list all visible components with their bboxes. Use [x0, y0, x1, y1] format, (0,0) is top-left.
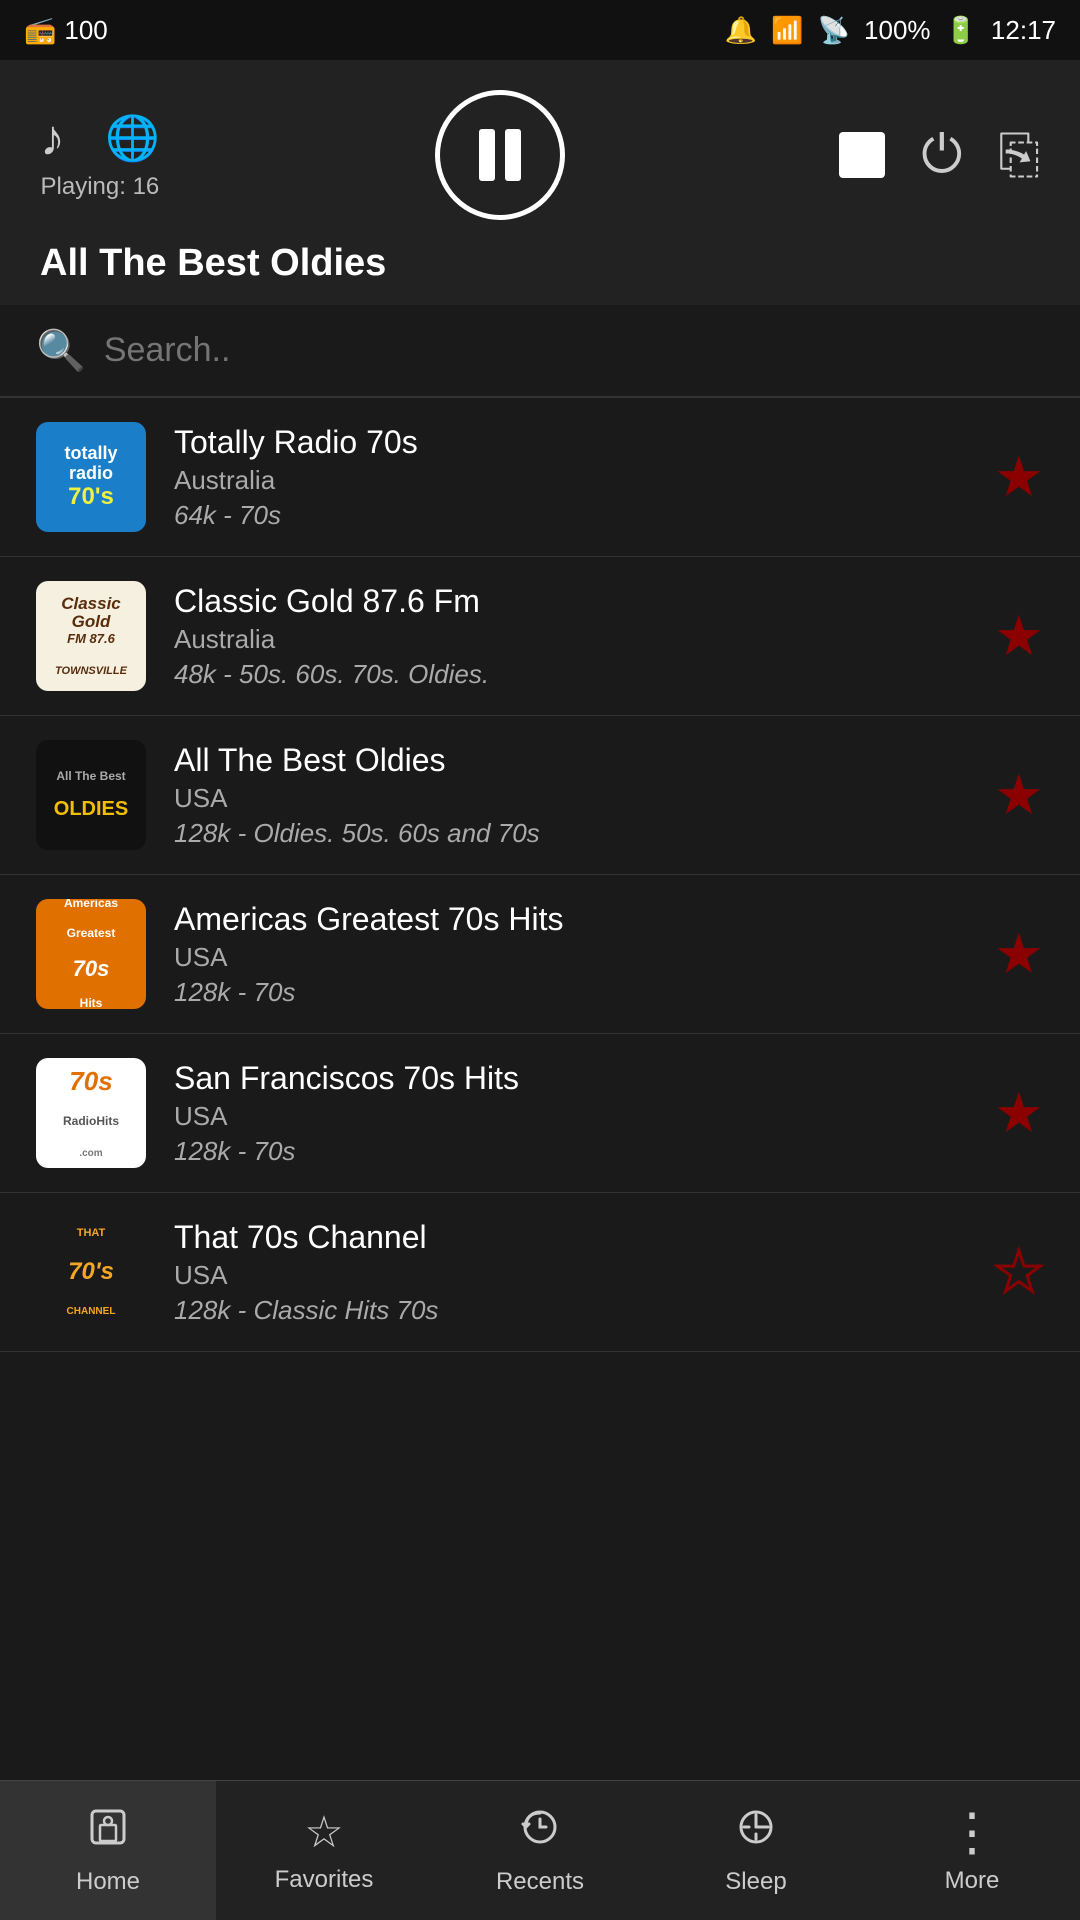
station-logo: All The Best OLDIES	[36, 740, 146, 850]
player-left-controls: ♪ 🌐 Playing: 16	[40, 109, 160, 201]
station-bitrate: 128k - Classic Hits 70s	[174, 1295, 976, 1326]
station-name: San Franciscos 70s Hits	[174, 1060, 976, 1097]
station-info: Totally Radio 70s Australia 64k - 70s	[174, 424, 976, 531]
station-item[interactable]: All The Best OLDIES All The Best Oldies …	[0, 716, 1080, 875]
stop-button[interactable]	[839, 132, 885, 178]
station-info: All The Best Oldies USA 128k - Oldies. 5…	[174, 742, 976, 849]
more-icon: ⋮	[946, 1807, 998, 1859]
station-item[interactable]: ClassicGoldFM 87.6TOWNSVILLE Classic Gol…	[0, 557, 1080, 716]
status-bar: 📻 100 🔔 📶 📡 100% 🔋 12:17	[0, 0, 1080, 60]
share-icon[interactable]: ⎘	[998, 125, 1040, 186]
search-bar: 🔍	[0, 305, 1080, 398]
alarm-icon: 🔔	[725, 15, 757, 46]
favorite-button[interactable]: ★	[994, 1239, 1044, 1305]
favorite-button[interactable]: ★	[994, 921, 1044, 987]
station-item[interactable]: 70s RadioHits .com San Franciscos 70s Hi…	[0, 1034, 1080, 1193]
station-bitrate: 64k - 70s	[174, 500, 976, 531]
station-country: Australia	[174, 624, 976, 655]
nav-favorites-label: Favorites	[275, 1866, 374, 1894]
favorite-button[interactable]: ★	[994, 1080, 1044, 1146]
nav-home-label: Home	[76, 1868, 140, 1896]
station-bitrate: 128k - Oldies. 50s. 60s and 70s	[174, 818, 976, 849]
favorite-button[interactable]: ★	[994, 444, 1044, 510]
logo-totally: totallyradio70's	[36, 422, 146, 532]
search-icon: 🔍	[36, 327, 86, 374]
station-logo: Americas Greatest 70s Hits	[36, 899, 146, 1009]
search-input[interactable]	[104, 331, 1044, 370]
battery-level: 100%	[864, 15, 931, 46]
pause-button[interactable]	[435, 90, 565, 220]
station-bitrate: 128k - 70s	[174, 977, 976, 1008]
signal-icon: 📡	[818, 15, 850, 46]
logo-that70s: THAT 70's CHANNEL	[36, 1217, 146, 1327]
station-logo: THAT 70's CHANNEL	[36, 1217, 146, 1327]
playing-label: Playing: 16	[41, 173, 160, 201]
logo-classic: ClassicGoldFM 87.6TOWNSVILLE	[36, 581, 146, 691]
station-info: San Franciscos 70s Hits USA 128k - 70s	[174, 1060, 976, 1167]
status-number: 100	[64, 15, 107, 46]
favorites-icon: ☆	[304, 1807, 343, 1858]
station-list: totallyradio70's Totally Radio 70s Austr…	[0, 398, 1080, 1798]
recents-icon	[518, 1805, 562, 1860]
logo-oldies: All The Best OLDIES	[36, 740, 146, 850]
battery-icon: 🔋	[945, 15, 977, 46]
station-info: Classic Gold 87.6 Fm Australia 48k - 50s…	[174, 583, 976, 690]
station-country: USA	[174, 1260, 976, 1291]
nav-home[interactable]: Home	[0, 1781, 216, 1920]
music-icon[interactable]: ♪	[40, 109, 65, 167]
station-country: USA	[174, 1101, 976, 1132]
nav-favorites[interactable]: ☆ Favorites	[216, 1781, 432, 1920]
player-controls-row: ♪ 🌐 Playing: 16 ⏻ ⎘	[40, 90, 1040, 220]
station-logo: 70s RadioHits .com	[36, 1058, 146, 1168]
wifi-icon: 📶	[771, 15, 803, 46]
station-info: That 70s Channel USA 128k - Classic Hits…	[174, 1219, 976, 1326]
nav-recents-label: Recents	[496, 1868, 584, 1896]
station-country: Australia	[174, 465, 976, 496]
clock: 12:17	[991, 15, 1056, 46]
station-item[interactable]: Americas Greatest 70s Hits Americas Grea…	[0, 875, 1080, 1034]
nav-more[interactable]: ⋮ More	[864, 1781, 1080, 1920]
station-bitrate: 48k - 50s. 60s. 70s. Oldies.	[174, 659, 976, 690]
home-icon	[86, 1805, 130, 1860]
station-name: That 70s Channel	[174, 1219, 976, 1256]
nav-recents[interactable]: Recents	[432, 1781, 648, 1920]
sleep-icon	[734, 1805, 778, 1860]
station-logo: totallyradio70's	[36, 422, 146, 532]
nav-sleep[interactable]: Sleep	[648, 1781, 864, 1920]
station-info: Americas Greatest 70s Hits USA 128k - 70…	[174, 901, 976, 1008]
station-name: Classic Gold 87.6 Fm	[174, 583, 976, 620]
logo-sf: 70s RadioHits .com	[36, 1058, 146, 1168]
station-item[interactable]: totallyradio70's Totally Radio 70s Austr…	[0, 398, 1080, 557]
station-item[interactable]: THAT 70's CHANNEL That 70s Channel USA 1…	[0, 1193, 1080, 1352]
nav-more-label: More	[945, 1867, 1000, 1895]
now-playing-title: All The Best Oldies	[40, 242, 1040, 285]
favorite-button[interactable]: ★	[994, 762, 1044, 828]
station-name: Totally Radio 70s	[174, 424, 976, 461]
station-name: All The Best Oldies	[174, 742, 976, 779]
nav-sleep-label: Sleep	[725, 1868, 786, 1896]
station-country: USA	[174, 942, 976, 973]
logo-americas: Americas Greatest 70s Hits	[36, 899, 146, 1009]
app-icon: 📻	[24, 15, 56, 46]
globe-icon[interactable]: 🌐	[105, 112, 160, 164]
station-name: Americas Greatest 70s Hits	[174, 901, 976, 938]
station-country: USA	[174, 783, 976, 814]
player-header: ♪ 🌐 Playing: 16 ⏻ ⎘ All The Best Oldies	[0, 60, 1080, 305]
power-icon[interactable]: ⏻	[921, 125, 962, 186]
pause-icon	[479, 129, 521, 181]
bottom-nav: Home ☆ Favorites Recents	[0, 1780, 1080, 1920]
station-logo: ClassicGoldFM 87.6TOWNSVILLE	[36, 581, 146, 691]
station-bitrate: 128k - 70s	[174, 1136, 976, 1167]
favorite-button[interactable]: ★	[994, 603, 1044, 669]
player-right-controls: ⏻ ⎘	[839, 125, 1040, 186]
